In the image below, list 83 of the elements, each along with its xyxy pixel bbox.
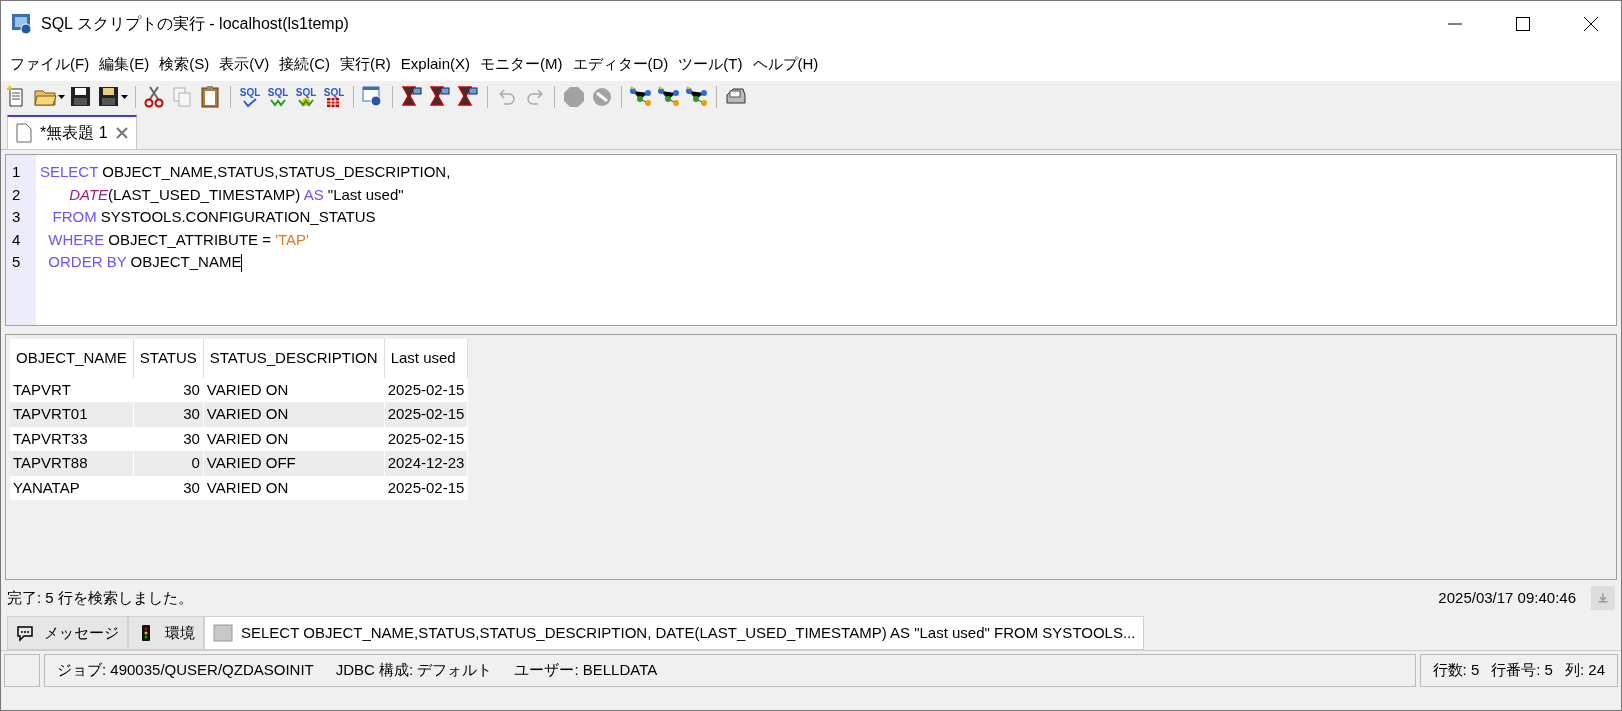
status-text: 列: 24 (1564, 660, 1605, 681)
column-header[interactable]: STATUS_DESCRIPTION (203, 339, 385, 378)
status-text: JDBC 構成: デフォルト (335, 660, 493, 681)
menu-item[interactable]: 接続(C) (274, 50, 335, 78)
table-cell: TAPVRT33 (10, 426, 134, 451)
close-icon[interactable] (115, 127, 128, 139)
table-cell: 30 (133, 402, 204, 427)
code-line: DATE(LAST_USED_TIMESTAMP) AS "Last used" (68, 184, 405, 205)
table-cell: 2024-12-23 (384, 451, 468, 476)
sql-label: SQL (267, 86, 289, 98)
gear-window-icon (361, 84, 385, 109)
maximize-icon (1515, 16, 1531, 32)
close-icon (1583, 16, 1599, 32)
table-cell: TAPVRT88 (10, 451, 134, 476)
toolbar-button[interactable]: SQL (237, 83, 263, 110)
line-number: 4 (11, 229, 22, 250)
tab-label: SELECT OBJECT_NAME,STATUS,STATUS_DESCRIPTION, DATE(LAST_USED_TIMESTAMP) AS "Last used" FROM SYSTOOLS... (241, 622, 1136, 643)
text-cursor (241, 254, 243, 273)
node-graph-icon (685, 84, 709, 109)
toolbar-button[interactable]: SQL (321, 83, 347, 110)
bottom-tab[interactable]: 環境 (128, 616, 204, 650)
code-line: ORDER BY OBJECT_NAME (40, 251, 1616, 274)
code-editor[interactable]: 1 2 3 4 5 SELECT OBJECT_NAME,STATUS,STATUS_DESCRIPTION, DATE(LAST_USED_TIMESTAMP) AS "Last used" FROM SYSTOOLS.CONFIGURATION_STATUS WHERE OBJECT_ATTRIBUTE = 'TAP' ORDER BY OBJECT_NAME (5, 154, 1617, 326)
menu-item[interactable]: エディター(D) (567, 50, 674, 78)
code-line: WHERE OBJECT_ATTRIBUTE = 'TAP' (47, 229, 310, 250)
line-number: 5 (11, 252, 22, 272)
status-text: 行番号: 5 (1491, 660, 1553, 681)
speech-bubble-icon (16, 624, 36, 642)
table-cell: 2025-02-15 (384, 402, 468, 427)
status-text: ジョブ: 490035/QUSER/QZDASOINIT (57, 660, 314, 681)
tab-label: メッセージ (44, 622, 119, 643)
menu-item[interactable]: 検索(S) (154, 50, 215, 78)
menu-item[interactable]: モニター(M) (475, 50, 568, 78)
table-cell: YANATAP (10, 475, 134, 500)
code-line: SELECT OBJECT_NAME,STATUS,STATUS_DESCRIPTION, (40, 162, 452, 182)
menu-item[interactable]: ツール(T) (673, 50, 748, 78)
table-cell: VARIED ON (203, 475, 385, 500)
line-number: 3 (11, 207, 22, 227)
editor-tab[interactable]: *無表題 1 (7, 115, 137, 149)
menu-item[interactable]: 実行(R) (335, 50, 396, 78)
square-icon (213, 624, 233, 642)
node-graph-icon (657, 84, 681, 109)
bottom-tab[interactable]: SELECT OBJECT_NAME,STATUS,STATUS_DESCRIPTION, DATE(LAST_USED_TIMESTAMP) AS "Last used" FROM SYSTOOLS... (204, 616, 1145, 650)
hourglass-icon (400, 84, 424, 109)
toolbar-button[interactable]: SQL (265, 83, 291, 110)
status-text: 行数: 5 (1432, 660, 1480, 681)
window-title: SQL スクリプトの実行 - localhost(ls1temp) (41, 14, 349, 34)
menu-item[interactable]: 編集(E) (94, 50, 155, 78)
menu-item[interactable]: Explain(X) (395, 50, 475, 78)
column-header[interactable]: Last used (384, 339, 468, 378)
status-message: 完了: 5 行を検索しました。 (7, 587, 193, 608)
tab-label: *無表題 1 (40, 123, 108, 143)
timestamp: 2025/03/17 09:40:46 (1438, 587, 1576, 608)
menu-item[interactable]: ファイル(F) (5, 50, 95, 78)
app-icon (11, 13, 33, 35)
minimize-icon (1447, 23, 1463, 25)
line-number: 2 (11, 184, 22, 205)
table-cell: 0 (133, 451, 204, 476)
hourglass-icon (428, 84, 452, 109)
bottom-tab[interactable]: メッセージ (7, 616, 128, 650)
line-number: 1 (11, 162, 22, 182)
table-cell: TAPVRT (10, 377, 134, 402)
sql-label: SQL (295, 86, 317, 98)
tab-label: 環境 (165, 622, 195, 643)
code-line: FROM SYSTOOLS.CONFIGURATION_STATUS (51, 207, 377, 227)
status-cell (4, 654, 40, 687)
sql-label: SQL (323, 86, 345, 98)
menu-item[interactable]: 表示(V) (214, 50, 275, 78)
sql-label: SQL (239, 86, 261, 98)
table-cell: VARIED OFF (203, 451, 385, 476)
table-cell: 2025-02-15 (384, 475, 468, 500)
table-cell: 30 (133, 475, 204, 500)
document-icon (16, 123, 32, 143)
table-cell: VARIED ON (203, 402, 385, 427)
table-cell: TAPVRT01 (10, 402, 134, 427)
hourglass-icon (456, 84, 480, 109)
toolbar-button[interactable]: SQL (293, 83, 319, 110)
column-header[interactable]: OBJECT_NAME (10, 339, 134, 378)
stop-octagon-icon (562, 84, 586, 109)
column-header[interactable]: STATUS (133, 339, 204, 378)
status-text: ユーザー: BELLDATA (514, 660, 658, 681)
menu-item[interactable]: ヘルプ(H) (747, 50, 824, 78)
node-graph-icon (629, 84, 653, 109)
